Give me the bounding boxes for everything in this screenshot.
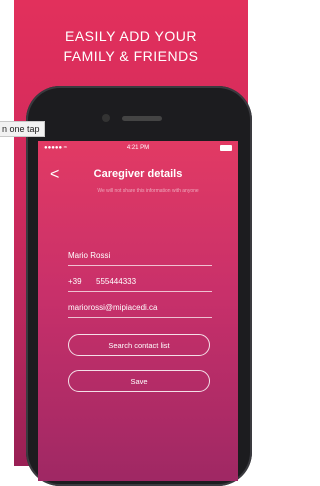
phone-mockup: ●●●●● ≈ 4:21 PM < Caregiver details We w… bbox=[26, 86, 252, 486]
tooltip-label: n one tap bbox=[0, 121, 45, 137]
phone-value: 555444333 bbox=[96, 277, 137, 286]
front-camera-icon bbox=[102, 114, 110, 122]
search-contact-list-button[interactable]: Search contact list bbox=[68, 334, 210, 356]
status-time: 4:21 PM bbox=[126, 145, 150, 151]
status-bar: ●●●●● ≈ 4:21 PM bbox=[38, 141, 238, 155]
page-title: Caregiver details bbox=[93, 168, 183, 180]
name-value: Mario Rossi bbox=[68, 251, 111, 260]
speaker-grille bbox=[122, 116, 162, 121]
phone-prefix[interactable]: +39 bbox=[68, 273, 96, 291]
name-field[interactable]: Mario Rossi bbox=[68, 247, 212, 266]
email-field[interactable]: mariorossi@mipiacedi.ca bbox=[68, 299, 212, 318]
page-subtitle: We will not share this information with … bbox=[97, 188, 199, 194]
headline-line-1: EASILY ADD YOUR bbox=[65, 28, 197, 44]
phone-field[interactable]: +39 555444333 bbox=[68, 273, 212, 292]
promo-headline: EASILY ADD YOUR FAMILY & FRIENDS bbox=[14, 26, 248, 66]
headline-line-2: FAMILY & FRIENDS bbox=[63, 48, 199, 64]
email-value: mariorossi@mipiacedi.ca bbox=[68, 303, 158, 312]
battery-icon bbox=[220, 145, 232, 151]
app-screen: ●●●●● ≈ 4:21 PM < Caregiver details We w… bbox=[38, 141, 238, 481]
save-button[interactable]: Save bbox=[68, 370, 210, 392]
